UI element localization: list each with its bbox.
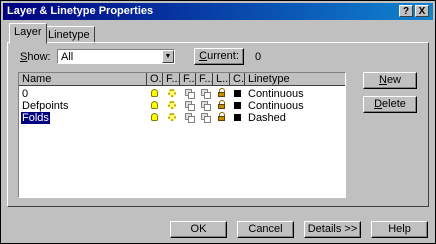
color-swatch[interactable]: [234, 114, 241, 121]
table-row[interactable]: Defpoints Continuous: [19, 100, 345, 112]
chevron-down-icon[interactable]: ▼: [162, 50, 174, 63]
sun-icon[interactable]: [168, 89, 176, 97]
column-header-linetype[interactable]: Linetype: [245, 73, 345, 86]
current-button[interactable]: Current:: [194, 48, 244, 65]
column-header-lock[interactable]: L...: [213, 73, 230, 86]
column-header-color[interactable]: C...: [230, 73, 245, 86]
layer-name: 0: [22, 88, 29, 100]
help-icon[interactable]: ?: [399, 5, 413, 17]
freeze-viewport-icon[interactable]: [185, 113, 195, 123]
freeze-viewport-icon[interactable]: [185, 101, 195, 111]
title-bar[interactable]: Layer & Linetype Properties ? X: [3, 3, 433, 20]
column-header-on[interactable]: O...: [147, 73, 163, 86]
column-header-freeze-new[interactable]: F...: [196, 73, 213, 86]
sun-icon[interactable]: [168, 101, 176, 109]
delete-button[interactable]: Delete: [363, 96, 417, 113]
freeze-new-viewport-icon[interactable]: [201, 89, 211, 99]
show-dropdown[interactable]: All ▼: [57, 49, 175, 64]
layer-list[interactable]: Name O... F... F... F... L... C... Linet…: [18, 72, 346, 198]
ok-button[interactable]: OK: [170, 221, 227, 238]
cancel-button[interactable]: Cancel: [237, 221, 294, 238]
dialog-window: Layer & Linetype Properties ? X Layer Li…: [0, 0, 436, 244]
show-label: Show:: [20, 51, 51, 63]
color-swatch[interactable]: [234, 102, 241, 109]
layer-linetype: Continuous: [248, 100, 304, 112]
layer-name: Defpoints: [22, 100, 69, 112]
color-swatch[interactable]: [234, 90, 241, 97]
details-button[interactable]: Details >>: [304, 221, 361, 238]
lightbulb-icon[interactable]: [151, 101, 158, 109]
table-row[interactable]: 0 Continuous: [19, 88, 345, 100]
layer-linetype: Dashed: [248, 112, 286, 124]
current-layer-value: 0: [255, 51, 262, 63]
show-value: All: [61, 51, 74, 63]
help-button[interactable]: Help: [371, 221, 428, 238]
lightbulb-icon[interactable]: [151, 89, 158, 97]
column-header-freeze-vp[interactable]: F...: [180, 73, 196, 86]
lightbulb-icon[interactable]: [151, 113, 158, 121]
freeze-new-viewport-icon[interactable]: [201, 113, 211, 123]
freeze-new-viewport-icon[interactable]: [201, 101, 211, 111]
sun-icon[interactable]: [168, 113, 176, 121]
lock-icon[interactable]: [218, 88, 226, 98]
new-button[interactable]: New: [363, 72, 417, 89]
tab-layer[interactable]: Layer: [9, 23, 47, 44]
lock-icon[interactable]: [218, 100, 226, 110]
close-icon[interactable]: X: [415, 5, 429, 17]
column-header-name[interactable]: Name: [19, 73, 147, 86]
window-title: Layer & Linetype Properties: [7, 5, 154, 17]
layer-linetype: Continuous: [248, 88, 304, 100]
lock-icon[interactable]: [218, 112, 226, 122]
freeze-viewport-icon[interactable]: [185, 89, 195, 99]
layer-name: Folds: [21, 112, 50, 124]
column-header-freeze[interactable]: F...: [163, 73, 180, 86]
table-row[interactable]: Folds Dashed: [19, 112, 345, 124]
